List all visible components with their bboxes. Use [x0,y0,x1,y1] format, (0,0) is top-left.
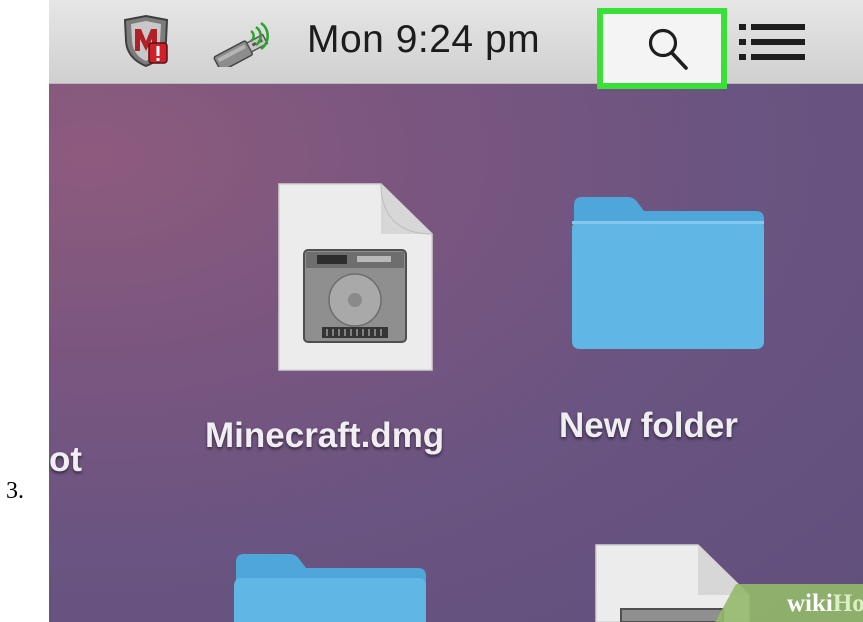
folder-icon[interactable] [232,552,428,622]
menu-clock[interactable]: Mon 9:24 pm [307,18,540,62]
menu-bar: Mon 9:24 pm [49,0,863,89]
partial-file-icon[interactable] [49,282,55,400]
step-number: 3. [6,478,24,504]
wikihow-watermark-text: wikiHow [787,590,863,617]
minecraft-dmg-label[interactable]: Minecraft.dmg [205,416,444,456]
folder-icon[interactable] [570,195,766,351]
partial-item-label[interactable]: ot [49,440,82,480]
new-folder-label[interactable]: New folder [559,406,738,446]
disk-image-icon[interactable] [277,182,434,372]
usb-drive-icon[interactable] [211,17,273,67]
desktop-screen: Mon 9:24 pm ot Minecraft.dmg New folder … [49,0,863,622]
spotlight-search-icon[interactable] [646,26,690,72]
spotlight-highlight-box [597,8,727,89]
notification-center-icon[interactable] [739,22,807,64]
security-shield-icon[interactable] [121,15,171,67]
